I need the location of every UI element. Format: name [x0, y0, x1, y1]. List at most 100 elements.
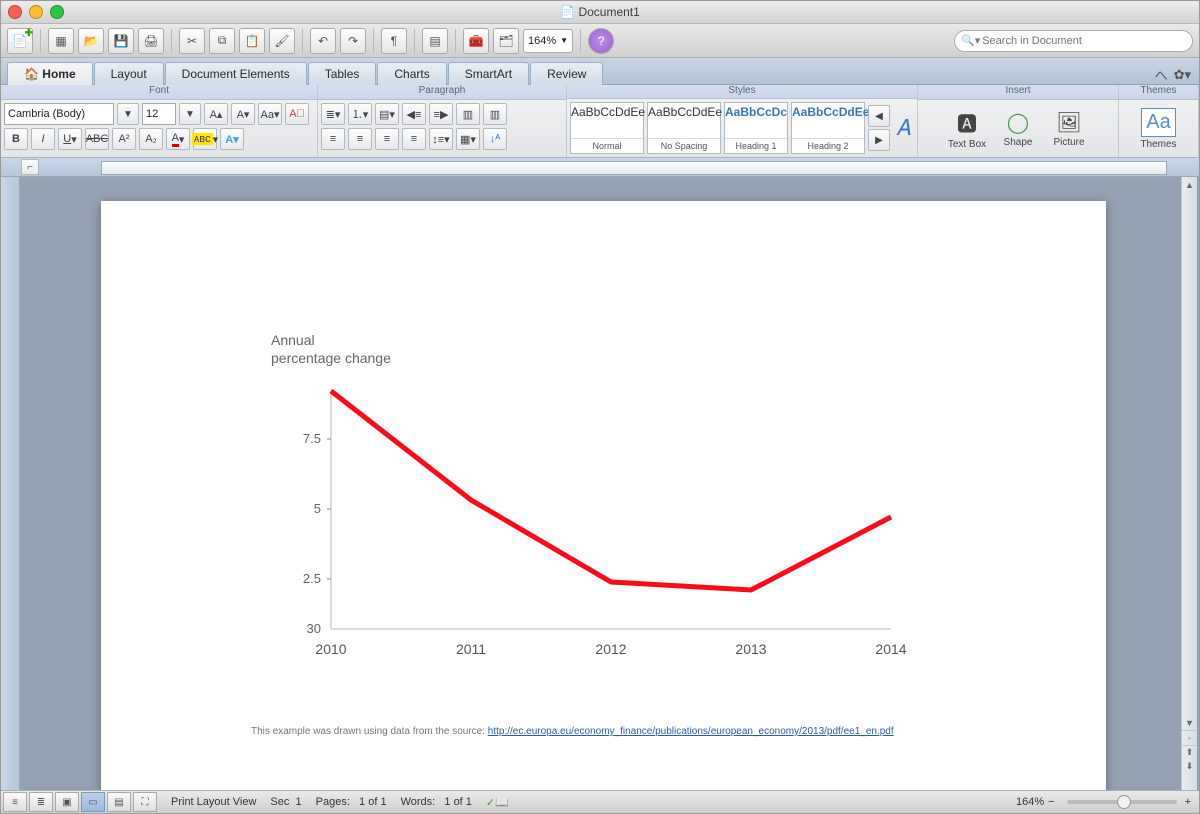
justify-button[interactable]: ≡	[402, 128, 426, 150]
subscript-button[interactable]: A₂	[139, 128, 163, 150]
styles-next-button[interactable]: ▶	[868, 129, 890, 151]
prev-page-button[interactable]: ⬆	[1182, 745, 1197, 760]
collapse-ribbon-button[interactable]: へ	[1155, 65, 1168, 84]
align-right-button[interactable]: ≡	[375, 128, 399, 150]
vertical-scrollbar[interactable]: ▲ ▼ ◦ ⬆ ⬇	[1181, 177, 1197, 790]
save-button[interactable]: 💾	[108, 28, 134, 54]
shrink-font-button[interactable]: A▾	[231, 103, 255, 125]
redo-button[interactable]: ↷	[340, 28, 366, 54]
view-notebook-button[interactable]: ▤	[107, 792, 131, 812]
superscript-button[interactable]: A²	[112, 128, 136, 150]
style-heading-1[interactable]: AaBbCcDcHeading 1	[724, 102, 788, 154]
font-size-combo[interactable]: 12	[142, 103, 176, 125]
group-label: Insert	[918, 85, 1118, 100]
view-publishing-button[interactable]: ▣	[55, 792, 79, 812]
strike-button[interactable]: ABC	[85, 128, 109, 150]
zoom-slider-knob[interactable]	[1117, 795, 1131, 809]
format-painter-button[interactable]: 🖌	[269, 28, 295, 54]
tab-smartart[interactable]: SmartArt	[448, 62, 529, 85]
clear-format-button[interactable]: A⃠	[285, 103, 309, 125]
next-page-button[interactable]: ⬇	[1182, 759, 1197, 774]
tab-layout[interactable]: Layout	[94, 62, 164, 85]
chart: Annual percentage change 7.5 5 2.5 30 20…	[271, 331, 911, 682]
line-spacing-button[interactable]: ↕≡▾	[429, 128, 453, 150]
view-name: Print Layout View	[171, 796, 256, 808]
gallery-button[interactable]: 🗂	[493, 28, 519, 54]
sort-button[interactable]: ↓ᴬ	[483, 128, 507, 150]
citation-prefix: This example was drawn using data from t…	[251, 726, 488, 737]
multilevel-button[interactable]: ▤▾	[375, 103, 399, 125]
italic-button[interactable]: I	[31, 128, 55, 150]
insert-shape-button[interactable]: ◯Shape	[994, 104, 1042, 154]
underline-button[interactable]: U▾	[58, 128, 82, 150]
ribbon-tabs: 🏠 Home Layout Document Elements Tables C…	[1, 58, 1199, 85]
pilcrow-button[interactable]: ¶	[381, 28, 407, 54]
tab-review[interactable]: Review	[530, 62, 603, 85]
sidebar-button[interactable]: ▤	[422, 28, 448, 54]
search-input[interactable]	[980, 34, 1186, 48]
scroll-down-button[interactable]: ▼	[1182, 715, 1197, 730]
copy-button[interactable]: ⧉	[209, 28, 235, 54]
spellcheck-icon[interactable]: ✓📖	[486, 796, 509, 809]
view-draft-button[interactable]: ≡	[3, 792, 27, 812]
ribbon-group-themes: Themes AaThemes	[1119, 85, 1199, 157]
tab-home[interactable]: 🏠 Home	[7, 62, 93, 85]
highlight-button[interactable]: ᴀʙᴄ▾	[193, 128, 217, 150]
view-print-layout-button[interactable]: ▭	[81, 792, 105, 812]
style-no-spacing[interactable]: AaBbCcDdEeNo Spacing	[647, 102, 721, 154]
font-color-button[interactable]: A▾	[166, 128, 190, 150]
grow-font-button[interactable]: A▴	[204, 103, 228, 125]
window-title-text: Document1	[578, 5, 639, 19]
font-name-combo[interactable]: Cambria (Body)	[4, 103, 114, 125]
help-button[interactable]: ?	[588, 28, 614, 54]
bold-button[interactable]: B	[4, 128, 28, 150]
zoom-combo[interactable]: 164% ▼	[523, 29, 573, 53]
tab-charts[interactable]: Charts	[377, 62, 446, 85]
search-box[interactable]: 🔍▾	[954, 30, 1193, 52]
zoom-in-button[interactable]: +	[1185, 796, 1191, 808]
ltr-button[interactable]: ▥	[456, 103, 480, 125]
align-center-button[interactable]: ≡	[348, 128, 372, 150]
insert-text-box-button[interactable]: 🅰Text Box	[943, 104, 991, 154]
vertical-ruler[interactable]	[1, 177, 20, 790]
undo-button[interactable]: ↶	[310, 28, 336, 54]
font-name-dropdown[interactable]: ▼	[117, 103, 139, 125]
tab-tables[interactable]: Tables	[308, 62, 377, 85]
cut-button[interactable]: ✂	[179, 28, 205, 54]
chart-title: Annual percentage change	[271, 331, 911, 367]
tab-selector[interactable]: ⌐	[21, 159, 39, 175]
themes-button[interactable]: AaThemes	[1135, 104, 1183, 154]
paste-button[interactable]: 📋	[239, 28, 265, 54]
zoom-out-button[interactable]: −	[1048, 796, 1054, 808]
insert-picture-button[interactable]: 🖼Picture	[1045, 104, 1093, 154]
outdent-button[interactable]: ◀≡	[402, 103, 426, 125]
new-doc-button[interactable]: 📄✚	[7, 28, 33, 54]
indent-button[interactable]: ≡▶	[429, 103, 453, 125]
open-button[interactable]: 📂	[78, 28, 104, 54]
text-effects-button[interactable]: A▾	[220, 128, 244, 150]
citation-link[interactable]: http://ec.europa.eu/economy_finance/publ…	[488, 726, 894, 737]
style-normal[interactable]: AaBbCcDdEeNormal	[570, 102, 644, 154]
tab-document-elements[interactable]: Document Elements	[165, 62, 307, 85]
view-outline-button[interactable]: ≣	[29, 792, 53, 812]
scroll-up-button[interactable]: ▲	[1182, 177, 1197, 192]
style-heading-2[interactable]: AaBbCcDdEeHeading 2	[791, 102, 865, 154]
zoom-slider[interactable]	[1067, 800, 1177, 804]
font-size-dropdown[interactable]: ▼	[179, 103, 201, 125]
horizontal-ruler[interactable]: ⌐	[1, 158, 1199, 177]
rtl-button[interactable]: ▥	[483, 103, 507, 125]
bullets-button[interactable]: ≣▾	[321, 103, 345, 125]
styles-prev-button[interactable]: ◀	[868, 105, 890, 127]
page[interactable]: Annual percentage change 7.5 5 2.5 30 20…	[101, 201, 1106, 790]
template-button[interactable]: ▦	[48, 28, 74, 54]
align-left-button[interactable]: ≡	[321, 128, 345, 150]
styles-pane-button[interactable]: 𝐴	[893, 103, 914, 153]
print-button[interactable]: 🖨	[138, 28, 164, 54]
browse-object-button[interactable]: ◦	[1182, 730, 1197, 746]
shading-button[interactable]: ▦▾	[456, 128, 480, 150]
change-case-button[interactable]: Aa▾	[258, 103, 282, 125]
view-fullscreen-button[interactable]: ⛶	[133, 792, 157, 812]
toolbox-button[interactable]: 🧰	[463, 28, 489, 54]
ribbon-options-button[interactable]: ✿▾	[1174, 67, 1191, 83]
numbering-button[interactable]: ⒈▾	[348, 103, 372, 125]
